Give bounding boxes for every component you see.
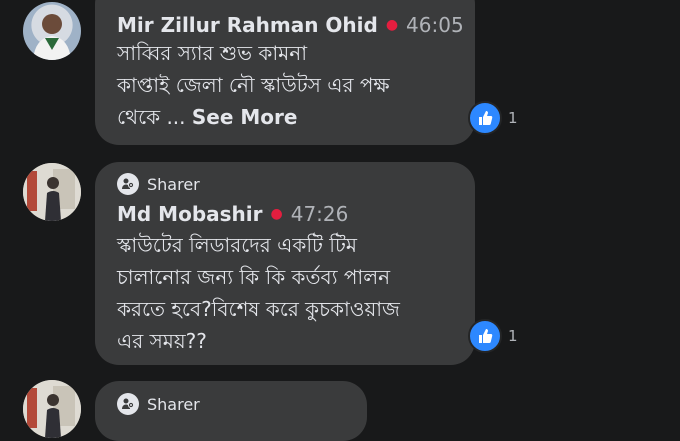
sharer-label: Sharer — [147, 174, 200, 194]
thumbs-up-icon — [468, 319, 502, 353]
avatar-image-icon — [23, 163, 81, 221]
comment-bubble: Mir Zillur Rahman Ohid ● 46:05 সাব্বির স… — [95, 0, 475, 145]
comment-line: চালানোর জন্য কি কি কর্তব্য পালন — [117, 265, 391, 289]
timestamp[interactable]: 46:05 — [406, 13, 464, 37]
comment-bubble: Sharer Md Mobashir ● 47:26 স্কাউটের লিডা… — [95, 162, 475, 365]
see-more-link[interactable]: See More — [192, 105, 298, 129]
avatar-image-icon — [23, 380, 81, 438]
comment-line: এর সময়?? — [117, 329, 207, 353]
comment-header: Mir Zillur Rahman Ohid ● 46:05 — [117, 13, 464, 37]
comment-line: করতে হবে?বিশেষ করে কুচকাওয়াজ — [117, 297, 400, 321]
comment-text: সাব্বির স্যার শুভ কামনা কাপ্তাই জেলা নৌ … — [117, 37, 457, 133]
like-count: 1 — [508, 327, 518, 345]
avatar[interactable] — [23, 163, 81, 221]
sharer-badge[interactable]: Sharer — [117, 173, 200, 195]
comment-bubble: Sharer — [95, 381, 367, 441]
like-reaction[interactable]: 1 — [468, 319, 518, 353]
share-people-icon — [117, 393, 139, 415]
like-count: 1 — [508, 109, 518, 127]
author-name[interactable]: Md Mobashir — [117, 202, 263, 226]
sharer-label: Sharer — [147, 394, 200, 414]
comment-line: থেকে ... See More — [117, 101, 457, 133]
like-reaction[interactable]: 1 — [468, 101, 518, 135]
thumbs-up-icon — [468, 101, 502, 135]
live-dot-icon: ● — [385, 17, 399, 33]
comment-text: স্কাউটের লিডারদের একটি টিম চালানোর জন্য … — [117, 229, 457, 357]
avatar[interactable] — [23, 2, 81, 60]
author-name[interactable]: Mir Zillur Rahman Ohid — [117, 13, 378, 37]
comment-line-text: থেকে ... — [117, 105, 186, 129]
live-dot-icon: ● — [270, 206, 283, 222]
share-people-icon — [117, 173, 139, 195]
comment-line: স্কাউটের লিডারদের একটি টিম — [117, 233, 358, 257]
sharer-badge[interactable]: Sharer — [117, 393, 200, 415]
avatar[interactable] — [23, 380, 81, 438]
timestamp[interactable]: 47:26 — [291, 202, 349, 226]
comment-line: সাব্বির স্যার শুভ কামনা — [117, 41, 307, 65]
comment-header: Md Mobashir ● 47:26 — [117, 202, 348, 226]
avatar-image-icon — [33, 14, 71, 60]
comment-line: কাপ্তাই জেলা নৌ স্কাউটস এর পক্ষ — [117, 73, 390, 97]
